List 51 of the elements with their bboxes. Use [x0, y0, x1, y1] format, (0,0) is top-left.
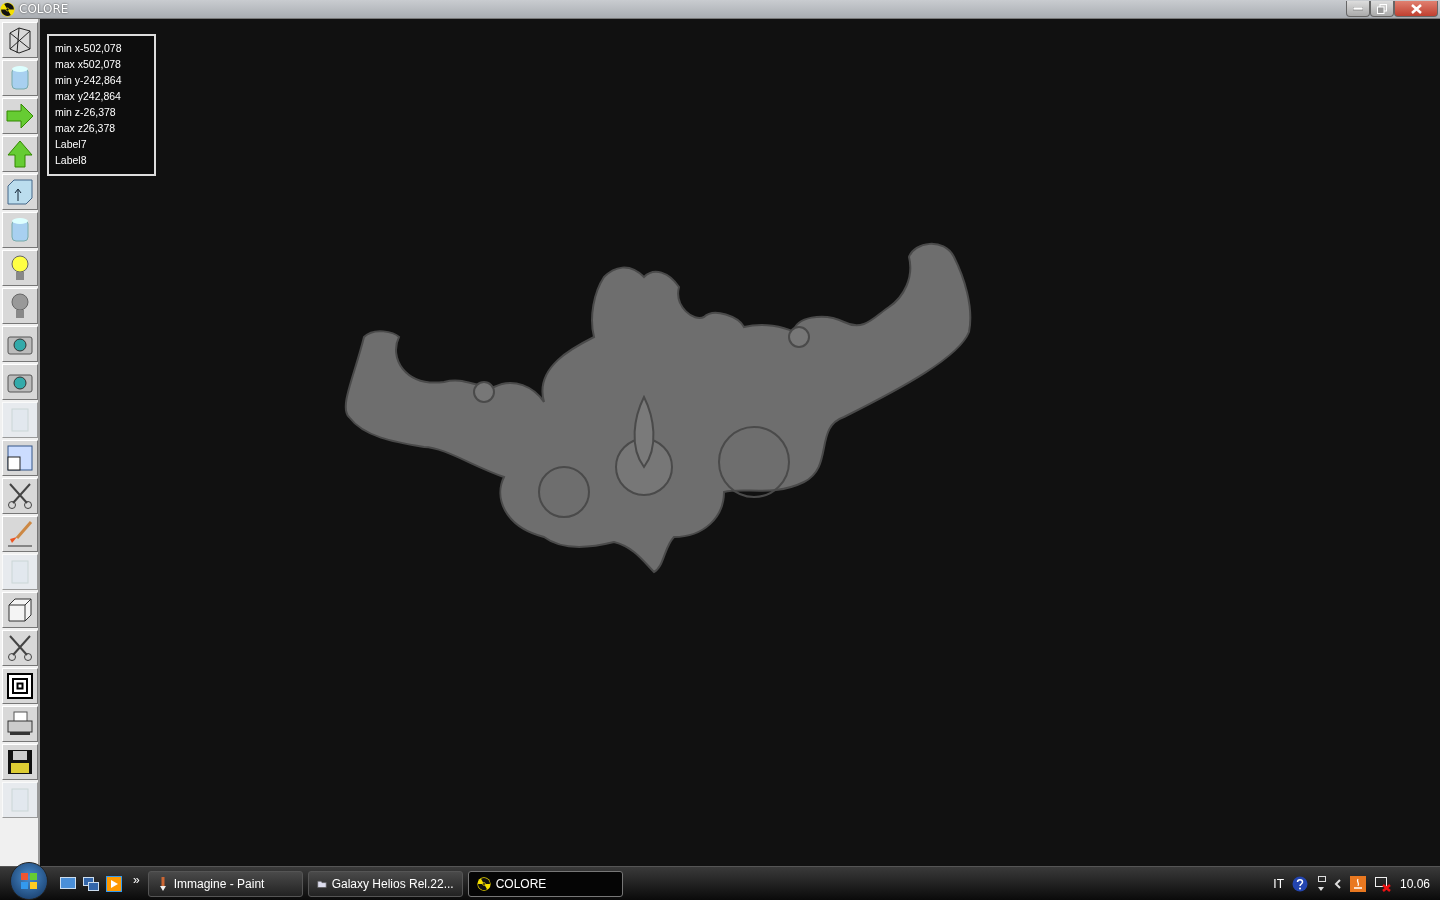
info-label: min z-26,378 — [55, 105, 117, 120]
radiation-icon — [476, 876, 491, 891]
toolbar-button[interactable] — [2, 668, 38, 704]
box-arrow-icon — [5, 177, 35, 207]
restore-icon — [1377, 3, 1387, 14]
media-player-button[interactable] — [104, 873, 124, 894]
taskbar-button[interactable]: Galaxy Helios Rel.22... — [307, 870, 463, 897]
play-icon — [106, 875, 122, 892]
cube-icon — [5, 595, 35, 625]
info-label: max x502,078 — [55, 57, 122, 72]
info-label: min y-242,864 — [55, 73, 123, 88]
taskbar-button[interactable]: Immagine - Paint — [147, 870, 303, 897]
toolbar-button[interactable] — [2, 706, 38, 742]
scissors-icon — [5, 633, 35, 663]
info-label: max y242,864 — [55, 89, 122, 104]
toolbar-button[interactable] — [2, 440, 38, 476]
window-switch-icon[interactable] — [1315, 875, 1326, 892]
window-icon — [5, 443, 35, 473]
app-logo-icon — [0, 1, 15, 17]
info-label: min x-502,078 — [55, 41, 123, 56]
overflow-button[interactable]: » — [133, 872, 140, 887]
toolbar-button[interactable] — [2, 22, 38, 58]
info-label: max z26,378 — [55, 121, 117, 136]
chevron-left-icon[interactable] — [1333, 878, 1342, 889]
toolbar-button[interactable] — [2, 630, 38, 666]
minimize-icon — [1353, 6, 1363, 11]
arrow-up-icon — [5, 139, 35, 169]
windows-logo-icon — [20, 871, 38, 890]
toolbar-button[interactable] — [2, 478, 38, 514]
close-icon — [1410, 3, 1422, 14]
minimize-button[interactable] — [1346, 1, 1370, 17]
help-icon[interactable] — [1291, 875, 1308, 892]
restore-button[interactable] — [1370, 1, 1394, 17]
desktop-icon — [60, 876, 76, 891]
close-button[interactable] — [1394, 1, 1438, 17]
language-indicator[interactable]: IT — [1273, 876, 1284, 891]
paintbrush-icon — [5, 519, 35, 549]
toolbar-button[interactable] — [2, 364, 38, 400]
toolbar-button[interactable] — [2, 744, 38, 780]
java-icon[interactable] — [1349, 875, 1366, 892]
clock[interactable]: 10.06 — [1399, 876, 1430, 891]
taskbar-button[interactable]: COLORE — [467, 870, 623, 897]
windows-stack-icon — [83, 876, 99, 891]
arrow-right-icon — [5, 101, 35, 131]
info-label: Label7 — [55, 137, 88, 152]
concentric-squares-icon — [5, 671, 35, 701]
info-label: Label8 — [55, 153, 88, 168]
toolbar-button[interactable] — [2, 326, 38, 362]
network-disconnected-icon[interactable] — [1373, 875, 1392, 892]
scissors-icon — [5, 481, 35, 511]
window-title: COLORE — [19, 2, 69, 16]
